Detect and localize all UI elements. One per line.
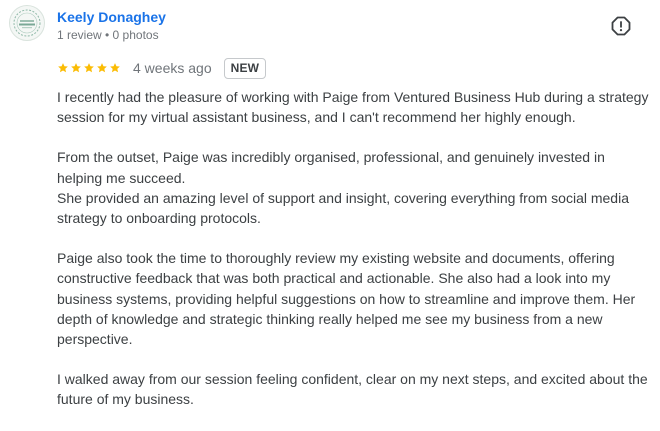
report-button[interactable] <box>611 16 631 36</box>
author-name[interactable]: Keely Donaghey <box>57 8 166 26</box>
review-paragraph: Paige also took the time to thoroughly r… <box>57 248 653 349</box>
review-paragraph: I walked away from our session feeling c… <box>57 369 653 409</box>
star-icon <box>84 63 94 73</box>
star-icon <box>97 63 107 73</box>
review-line: I recently had the pleasure of working w… <box>57 89 649 126</box>
rating-row: 4 weeks ago NEW <box>57 57 267 79</box>
review-card: Keely Donaghey 1 review • 0 photos 4 wee… <box>0 0 660 431</box>
circular-logo-avatar-icon <box>13 9 41 37</box>
report-alert-icon <box>611 16 631 36</box>
review-line: She provided an amazing level of support… <box>57 189 629 227</box>
review-line: I walked away from our session feeling c… <box>57 371 648 408</box>
star-icon <box>58 63 68 73</box>
star-rating <box>57 62 121 74</box>
author-avatar[interactable] <box>9 5 45 41</box>
review-text: I recently had the pleasure of working w… <box>57 87 653 410</box>
review-paragraph: From the outset, Paige was incredibly or… <box>57 147 653 228</box>
author-meta: 1 review • 0 photos <box>57 28 159 42</box>
review-line: From the outset, Paige was incredibly or… <box>57 149 605 186</box>
review-line: Paige also took the time to thoroughly r… <box>57 250 636 348</box>
star-icon <box>71 63 81 73</box>
new-badge: NEW <box>223 57 267 79</box>
review-date: 4 weeks ago <box>133 60 212 76</box>
review-paragraph: I recently had the pleasure of working w… <box>57 87 653 127</box>
star-icon <box>110 63 120 73</box>
